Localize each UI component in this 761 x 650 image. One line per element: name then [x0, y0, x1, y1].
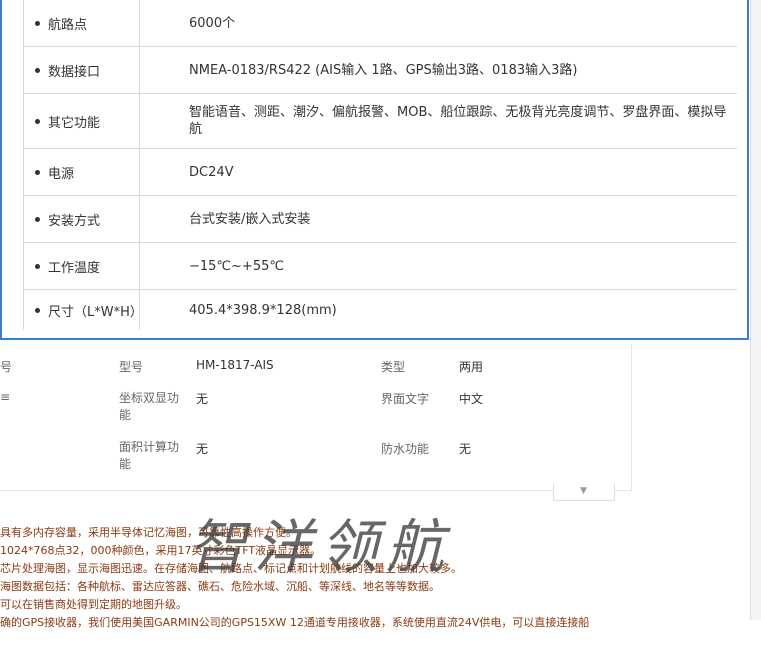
feature-line: 可以在销售商处得到定期的地图升级。: [0, 598, 187, 611]
spec-label: 其它功能: [48, 115, 101, 131]
interface-language-label: 界面文字: [381, 392, 430, 406]
cut-label: ≡: [0, 390, 11, 404]
product-attributes: 号 ≡ 型号 HM-1817-AIS 类型 两用 坐标双显功能 无 界面文字 中…: [0, 344, 632, 491]
spec-label: 电源: [48, 166, 75, 182]
spec-label: 尺寸（L*W*H）: [48, 304, 143, 320]
expand-attributes-button[interactable]: ▼: [553, 484, 615, 501]
spec-label: 工作温度: [48, 260, 101, 276]
spec-label: 航路点: [48, 17, 88, 33]
waterproof-label: 防水功能: [381, 442, 430, 456]
model-label: 型号: [119, 360, 144, 374]
chevron-down-icon: ▼: [580, 486, 587, 496]
spec-label: 安装方式: [48, 213, 101, 229]
spec-value: DC24V: [189, 164, 234, 180]
bullet-icon: [35, 67, 40, 73]
spec-value: 智能语音、测距、潮汐、偏航报警、MOB、船位跟踪、无极背光亮度调节、罗盘界面、模…: [189, 105, 727, 137]
type-value: 两用: [459, 360, 484, 374]
feature-line: 芯片处理海图，显示海图迅速。在存储海图、航路点、标记点和计划航线的容量上也加大较…: [0, 562, 462, 575]
spec-row-power: 电源 DC24V: [23, 149, 737, 196]
spec-row-install: 安装方式 台式安装/嵌入式安装: [23, 196, 737, 243]
bullet-icon: [35, 307, 40, 313]
feature-line: 海图数据包括：各种航标、雷达应答器、礁石、危险水域、沉船、等深线、地名等等数据。: [0, 580, 440, 593]
interface-language-value: 中文: [459, 392, 484, 406]
bullet-icon: [35, 216, 40, 222]
type-label: 类型: [381, 360, 406, 374]
waterproof-value: 无: [459, 442, 472, 456]
feature-line: 具有多内存容量，采用半导体记忆海图，可靠性高操作方便。: [0, 526, 297, 539]
dual-display-value: 无: [196, 392, 209, 406]
spec-label: 数据接口: [48, 64, 101, 80]
spec-row-dimensions: 尺寸（L*W*H） 405.4*398.9*128(mm): [23, 290, 737, 330]
model-value: HM-1817-AIS: [196, 358, 274, 372]
bullet-icon: [35, 20, 40, 26]
spec-row-interface: 数据接口 NMEA-0183/RS422 (AIS输入 1路、GPS输出3路、0…: [23, 47, 737, 94]
spec-value: −15℃~+55℃: [189, 258, 284, 274]
area-calc-value: 无: [196, 442, 209, 456]
area-calc-label: 面积计算功能: [119, 440, 180, 471]
spec-value: NMEA-0183/RS422 (AIS输入 1路、GPS输出3路、0183输入…: [189, 62, 578, 78]
spec-table: 航路点 6000个 数据接口 NMEA-0183/RS422 (AIS输入 1路…: [0, 0, 749, 340]
feature-line: 1024*768点32，000种颜色，采用17英寸彩色TFT液晶显示器。: [0, 544, 322, 557]
feature-line: 确的GPS接收器，我们使用美国GARMIN公司的GPS15XW 12通道专用接收…: [0, 616, 590, 629]
spec-value: 6000个: [189, 15, 236, 31]
spec-row-waypoints: 航路点 6000个: [23, 0, 737, 47]
spec-value: 台式安装/嵌入式安装: [189, 211, 311, 227]
bullet-icon: [35, 263, 40, 269]
spec-row-functions: 其它功能 智能语音、测距、潮汐、偏航报警、MOB、船位跟踪、无极背光亮度调节、罗…: [23, 94, 737, 149]
cut-label: 号: [0, 360, 13, 374]
bullet-icon: [35, 169, 40, 175]
bullet-icon: [35, 118, 40, 124]
dual-display-label: 坐标双显功能: [119, 391, 180, 422]
page-scrollbar[interactable]: [750, 0, 761, 620]
spec-value: 405.4*398.9*128(mm): [189, 302, 337, 318]
spec-row-temperature: 工作温度 −15℃~+55℃: [23, 243, 737, 290]
